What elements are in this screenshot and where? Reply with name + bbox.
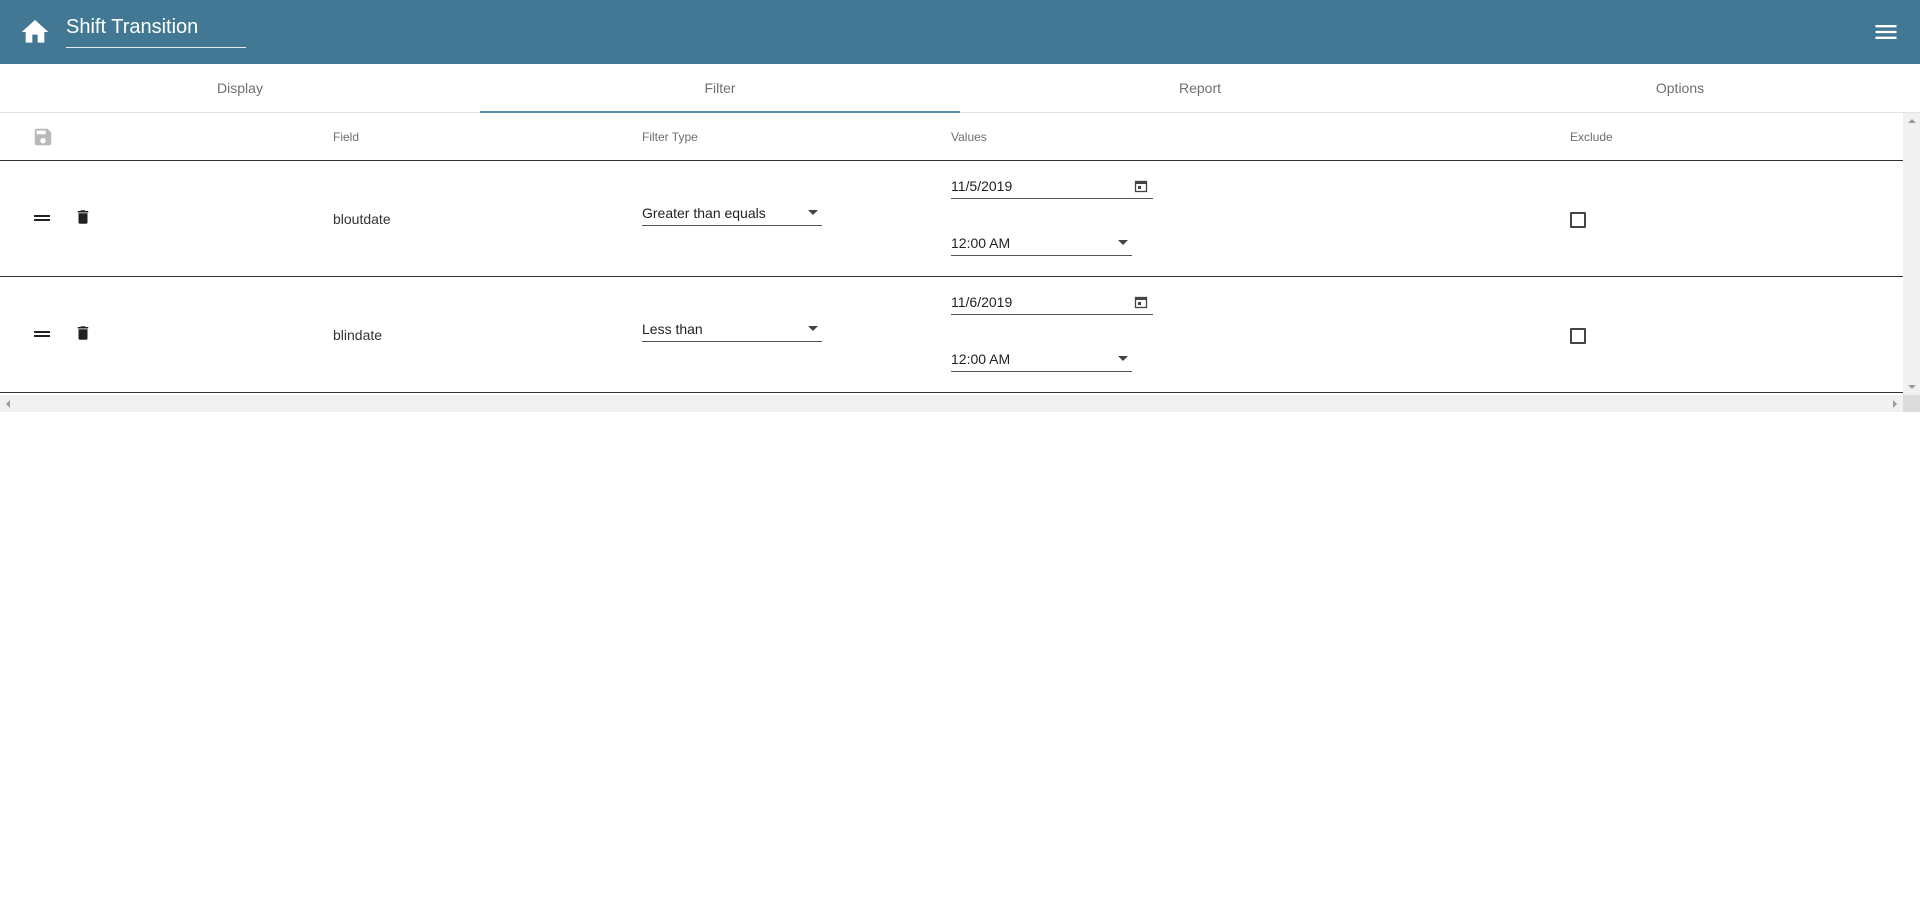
time-value: 12:00 AM <box>951 234 1011 251</box>
home-icon[interactable] <box>19 16 51 48</box>
chevron-down-icon <box>808 210 818 215</box>
date-input[interactable]: 11/6/2019 <box>951 289 1153 315</box>
chevron-down-icon <box>1118 240 1128 245</box>
hamburger-menu-icon[interactable] <box>1872 18 1900 46</box>
scroll-right-arrow-icon[interactable] <box>1893 400 1897 408</box>
time-select[interactable]: 12:00 AM <box>951 346 1132 372</box>
date-value: 11/5/2019 <box>951 177 1013 194</box>
filter-type-value: Less than <box>642 320 703 337</box>
column-header-filter-type: Filter Type <box>642 130 698 144</box>
filter-type-value: Greater than equals <box>642 204 766 221</box>
tab-display[interactable]: Display <box>0 64 480 112</box>
chevron-down-icon <box>1118 356 1128 361</box>
exclude-checkbox[interactable] <box>1570 328 1586 344</box>
tab-bar: Display Filter Report Options <box>0 64 1920 113</box>
exclude-checkbox[interactable] <box>1570 212 1586 228</box>
scroll-up-arrow-icon[interactable] <box>1908 119 1916 123</box>
field-name: bloutdate <box>333 211 391 227</box>
field-name: blindate <box>333 327 383 343</box>
title-input[interactable] <box>66 12 246 48</box>
filter-type-select[interactable]: Less than <box>642 316 822 342</box>
calendar-icon[interactable] <box>1134 295 1148 309</box>
tab-report[interactable]: Report <box>960 64 1440 112</box>
horizontal-scrollbar[interactable] <box>0 395 1903 412</box>
column-header-values: Values <box>951 130 987 144</box>
scrollbar-corner <box>1903 395 1920 412</box>
app-bar <box>0 0 1920 64</box>
vertical-scrollbar[interactable] <box>1903 113 1920 395</box>
column-header-field: Field <box>333 130 360 144</box>
scroll-left-arrow-icon[interactable] <box>6 400 10 408</box>
grid-header: Field Filter Type Values Exclude <box>0 113 1903 161</box>
date-input[interactable]: 11/5/2019 <box>951 173 1153 199</box>
save-icon[interactable] <box>32 126 54 148</box>
column-header-exclude: Exclude <box>1570 130 1613 144</box>
trash-icon[interactable] <box>74 206 92 228</box>
trash-icon[interactable] <box>74 322 92 344</box>
drag-handle-icon[interactable] <box>32 210 54 226</box>
tab-filter[interactable]: Filter <box>480 64 960 113</box>
time-value: 12:00 AM <box>951 350 1011 367</box>
chevron-down-icon <box>808 326 818 331</box>
tab-options[interactable]: Options <box>1440 64 1920 112</box>
drag-handle-icon[interactable] <box>32 326 54 342</box>
filter-grid: Field Filter Type Values Exclude bloutda… <box>0 113 1920 413</box>
filter-type-select[interactable]: Greater than equals <box>642 200 822 226</box>
table-row: blindate Less than 11/6/2019 12:00 AM <box>0 277 1903 393</box>
table-row: bloutdate Greater than equals 11/5/2019 … <box>0 161 1903 277</box>
date-value: 11/6/2019 <box>951 293 1013 310</box>
calendar-icon[interactable] <box>1134 179 1148 193</box>
scroll-down-arrow-icon[interactable] <box>1908 385 1916 389</box>
time-select[interactable]: 12:00 AM <box>951 230 1132 256</box>
